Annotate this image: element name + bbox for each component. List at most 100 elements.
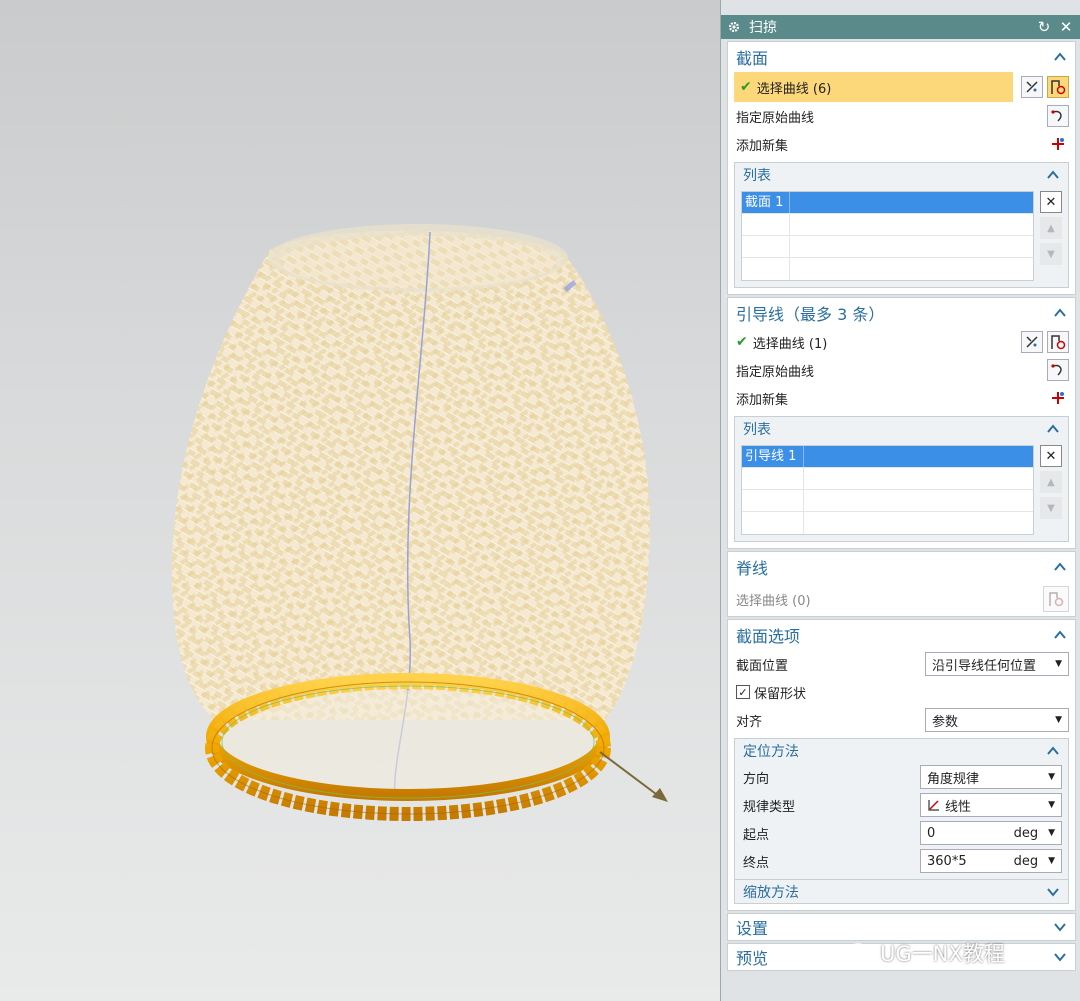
wechat-icon	[848, 943, 873, 963]
list-item[interactable]: 截面 1	[742, 192, 1033, 214]
direction-arrow	[599, 751, 661, 798]
profile-list: 截面 1	[741, 191, 1034, 281]
list-item-empty	[742, 214, 1033, 236]
origin-curve-icon[interactable]	[1047, 359, 1069, 381]
chevron-up-icon	[1054, 52, 1066, 61]
law-type-dropdown[interactable]: 线性 ▼	[920, 793, 1062, 817]
reset-icon[interactable]: ↻	[1036, 18, 1052, 36]
orientation-title: 定位方法	[743, 744, 799, 760]
watermark-text: UG一NX教程	[880, 942, 1005, 966]
section-guide-title: 引导线（最多 3 条）	[736, 305, 885, 324]
law-type-row: 规律类型 线性 ▼	[735, 791, 1068, 819]
dropdown-arrow-icon: ▼	[1055, 659, 1062, 669]
section-options: 截面选项 截面位置 沿引导线任何位置 ▼ ✓ 保留形状 对齐 参数 ▼ 定位方法	[727, 619, 1076, 911]
end-label: 终点	[743, 855, 770, 871]
preserve-shape-label: 保留形状	[754, 686, 807, 702]
remove-icon[interactable]: ✕	[1040, 191, 1062, 213]
curve-rule-icon[interactable]	[1021, 331, 1043, 353]
section-settings-title: 设置	[736, 919, 769, 938]
list-item-empty	[742, 258, 1033, 280]
guide-select-curve[interactable]: ✔ 选择曲线 (1)	[728, 328, 1075, 356]
close-icon[interactable]: ✕	[1058, 18, 1074, 36]
move-down-icon[interactable]: ▼	[1040, 497, 1062, 519]
start-unit: deg	[1013, 825, 1039, 841]
select-curve-icon[interactable]	[1047, 331, 1069, 353]
chevron-down-icon	[1054, 923, 1066, 932]
move-up-icon[interactable]: ▲	[1040, 471, 1062, 493]
origin-curve-icon[interactable]	[1047, 105, 1069, 127]
list-item[interactable]: 引导线 1	[742, 446, 1033, 468]
list-item-label: 引导线 1	[742, 446, 804, 467]
list-item-empty	[742, 468, 1033, 490]
guide-select-curve-label: 选择曲线 (1)	[752, 336, 828, 352]
section-guide: 引导线（最多 3 条） ✔ 选择曲线 (1) 指定原始曲线 添加新集 列表 引导…	[727, 297, 1076, 549]
guide-specify-origin-label: 指定原始曲线	[736, 364, 815, 380]
section-profile-header[interactable]: 截面	[728, 42, 1075, 72]
end-value: 360*5	[927, 853, 967, 869]
select-curve-icon[interactable]	[1043, 586, 1069, 612]
preserve-shape-row[interactable]: ✓ 保留形状	[728, 678, 1075, 706]
align-row: 对齐 参数 ▼	[728, 706, 1075, 734]
spine-select-curve[interactable]: 选择曲线 (0)	[728, 582, 1075, 616]
guide-list: 引导线 1	[741, 445, 1034, 535]
section-options-title: 截面选项	[736, 627, 801, 646]
section-position-label: 截面位置	[736, 658, 789, 674]
list-item-empty	[742, 236, 1033, 258]
chevron-up-icon	[1054, 562, 1066, 571]
profile-specify-origin-label: 指定原始曲线	[736, 110, 815, 126]
watermark: UG一NX教程	[848, 938, 1005, 968]
dropdown-arrow-icon: ▼	[1048, 800, 1055, 810]
start-row: 起点 0 deg ▼	[735, 819, 1068, 847]
add-set-icon[interactable]	[1047, 133, 1069, 155]
woven-basket-model	[171, 224, 668, 821]
scaling-title: 缩放方法	[743, 884, 799, 901]
end-input[interactable]: 360*5 deg ▼	[920, 849, 1062, 873]
section-profile-title: 截面	[736, 49, 769, 68]
start-input[interactable]: 0 deg ▼	[920, 821, 1062, 845]
section-guide-header[interactable]: 引导线（最多 3 条）	[728, 298, 1075, 328]
move-down-icon[interactable]: ▼	[1040, 243, 1062, 265]
linear-law-icon	[928, 800, 939, 811]
profile-select-curve[interactable]: ✔ 选择曲线 (6)	[734, 72, 1013, 102]
chevron-up-icon	[1047, 424, 1059, 433]
dialog-title: 扫掠	[749, 20, 777, 36]
list-item-empty	[742, 490, 1033, 512]
law-type-label: 规律类型	[743, 799, 796, 815]
dropdown-arrow-icon[interactable]: ▼	[1048, 828, 1055, 838]
select-curve-icon[interactable]	[1047, 76, 1069, 98]
scaling-header[interactable]: 缩放方法	[735, 879, 1068, 903]
gear-icon	[728, 21, 740, 33]
chevron-down-icon	[1047, 887, 1059, 897]
section-spine-header[interactable]: 脊线	[728, 552, 1075, 582]
remove-icon[interactable]: ✕	[1040, 445, 1062, 467]
direction-row: 方向 角度规律 ▼	[735, 763, 1068, 791]
guide-list-header[interactable]: 列表	[735, 417, 1068, 441]
guide-list-group: 列表 引导线 1 ✕ ▲ ▼	[734, 416, 1069, 542]
chevron-up-icon	[1047, 170, 1059, 179]
profile-list-header[interactable]: 列表	[735, 163, 1068, 187]
guide-add-new-set[interactable]: 添加新集	[728, 384, 1075, 412]
add-set-icon[interactable]	[1047, 387, 1069, 409]
direction-value: 角度规律	[927, 771, 980, 787]
dropdown-arrow-icon[interactable]: ▼	[1048, 856, 1055, 866]
chevron-up-icon	[1054, 308, 1066, 317]
section-settings-header[interactable]: 设置	[728, 914, 1075, 940]
profile-add-new-set[interactable]: 添加新集	[728, 130, 1075, 158]
curve-rule-icon[interactable]	[1021, 76, 1043, 98]
align-dropdown[interactable]: 参数 ▼	[925, 708, 1069, 732]
list-item-label: 截面 1	[742, 192, 790, 213]
chevron-down-icon	[1054, 953, 1066, 962]
section-profile: 截面 ✔ 选择曲线 (6) 指定原始曲线 添加新集 列表 截面 1 ✕ ▲ ▼	[727, 41, 1076, 295]
end-unit: deg	[1013, 853, 1039, 869]
preserve-shape-checkbox[interactable]: ✓	[736, 685, 750, 699]
section-position-dropdown[interactable]: 沿引导线任何位置 ▼	[925, 652, 1069, 676]
section-options-header[interactable]: 截面选项	[728, 620, 1075, 650]
chevron-up-icon	[1047, 746, 1059, 755]
direction-dropdown[interactable]: 角度规律 ▼	[920, 765, 1062, 789]
orientation-header[interactable]: 定位方法	[735, 739, 1068, 763]
guide-add-new-set-label: 添加新集	[736, 392, 789, 408]
graphics-viewport[interactable]	[0, 0, 720, 1001]
move-up-icon[interactable]: ▲	[1040, 217, 1062, 239]
guide-specify-origin[interactable]: 指定原始曲线	[728, 356, 1075, 384]
profile-specify-origin[interactable]: 指定原始曲线	[728, 102, 1075, 130]
